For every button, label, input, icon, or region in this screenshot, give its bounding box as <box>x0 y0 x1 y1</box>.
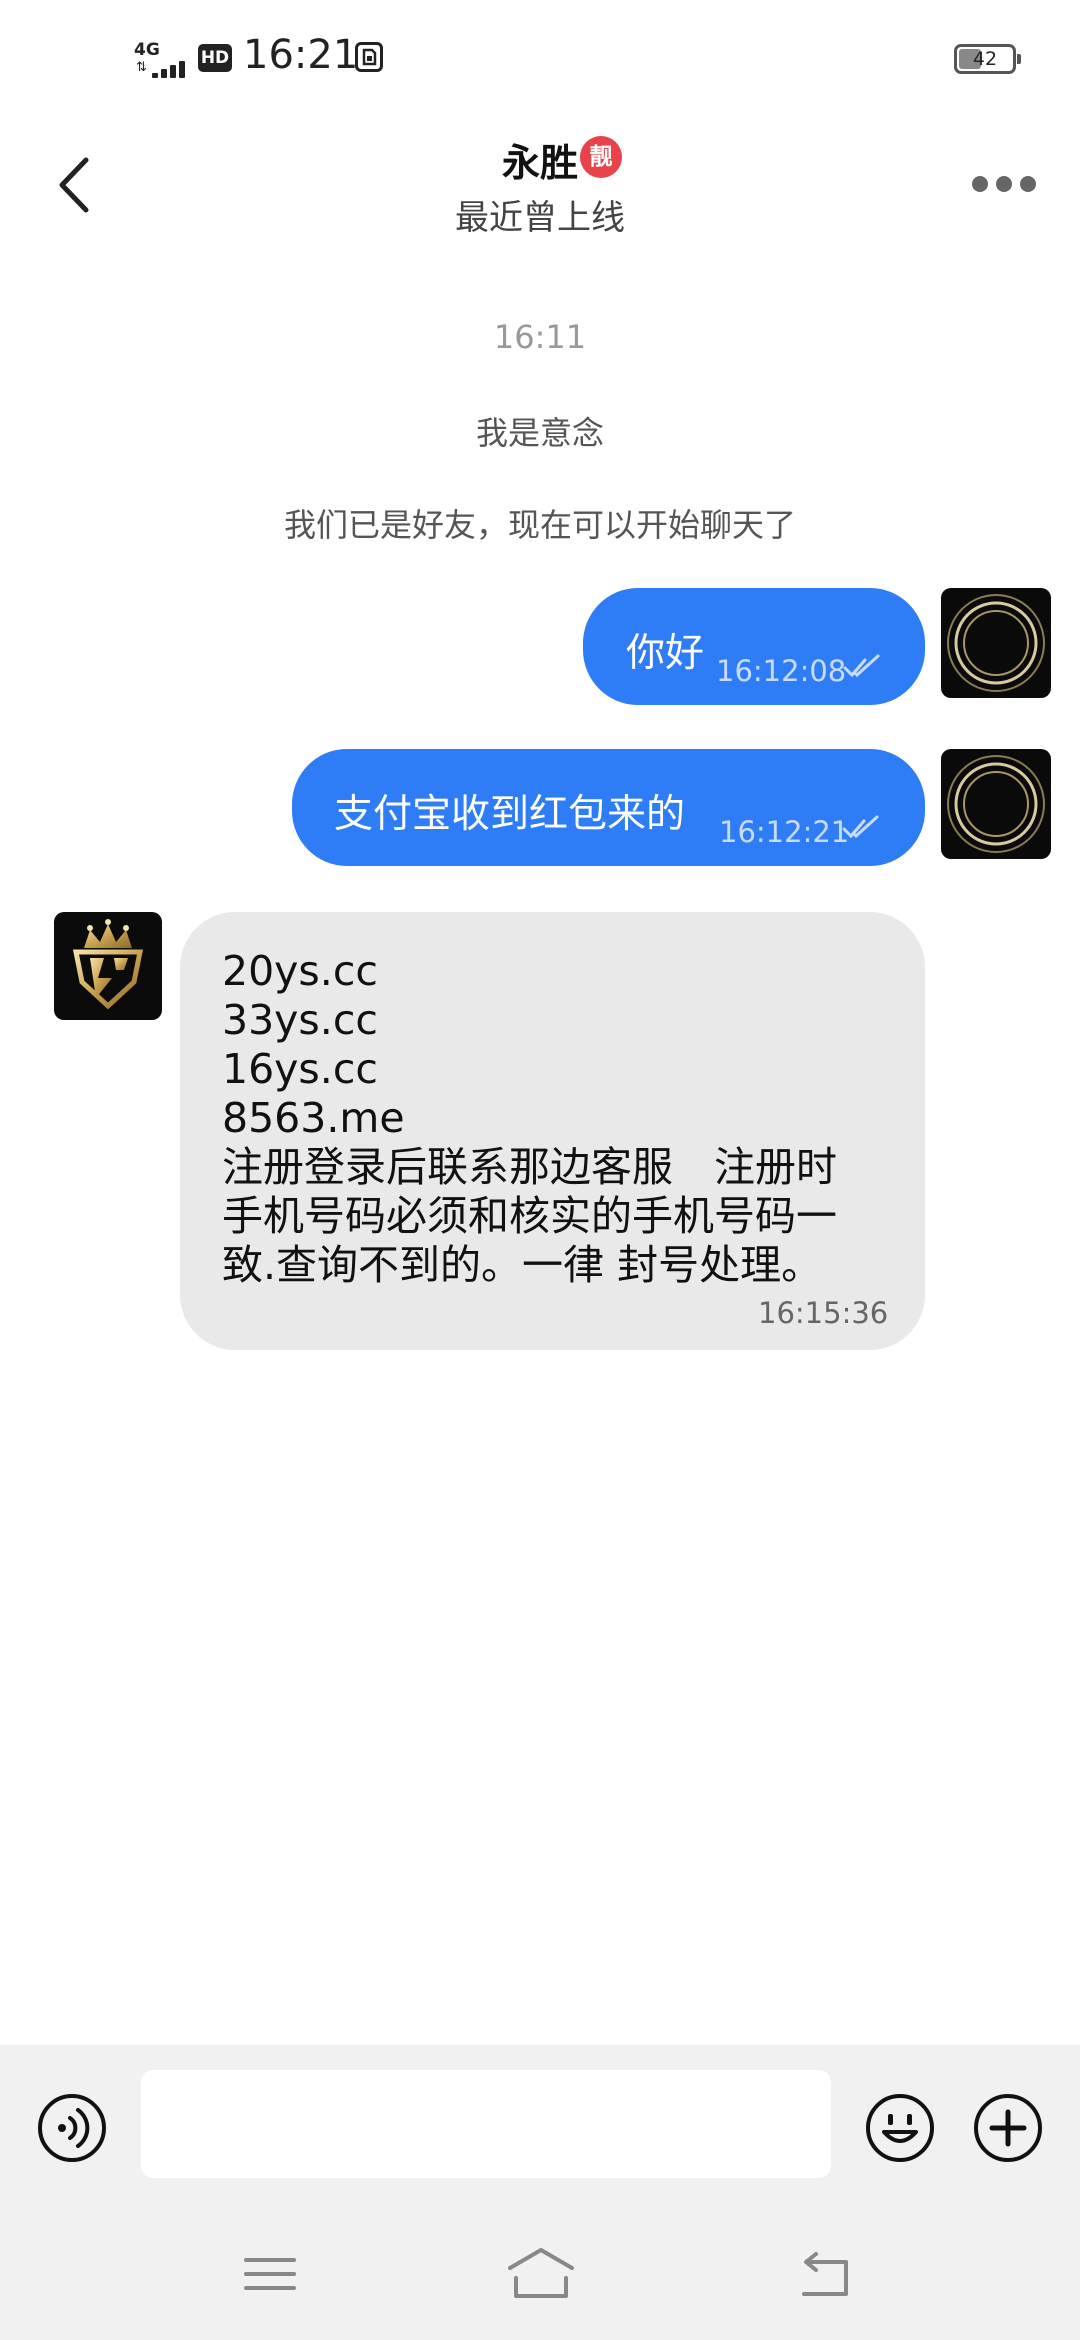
presence-status: 最近曾上线 <box>455 198 625 238</box>
system-message: 我们已是好友，现在可以开始聊天了 <box>283 506 796 544</box>
incoming-message[interactable]: 20ys.cc 33ys.cc 16ys.cc 8563.me 注册登录后联系那… <box>180 912 925 1350</box>
message-time: 16:12:21 <box>719 815 850 849</box>
voice-icon <box>38 2094 106 2162</box>
message-input[interactable] <box>141 2070 831 2178</box>
attach-button[interactable] <box>972 2092 1044 2164</box>
emoji-icon <box>866 2094 934 2162</box>
battery-level: 42 <box>972 48 998 70</box>
message-line: 手机号码必须和核实的手机号码一 <box>222 1192 837 1240</box>
my-avatar[interactable] <box>941 588 1051 698</box>
signal-icon: 4G ⇅ <box>134 40 190 78</box>
hd-icon: HD <box>198 44 232 72</box>
home-button[interactable] <box>506 2246 576 2302</box>
message-text: 20ys.cc 33ys.cc 16ys.cc 8563.me 注册登录后联系那… <box>222 947 837 1290</box>
battery-icon: 42 <box>954 44 1021 74</box>
message-line: 20ys.cc <box>222 947 378 995</box>
message-line: 注册登录后联系那边客服 注册时 <box>222 1143 837 1191</box>
message-text: 你好 <box>626 631 705 676</box>
system-message: 我是意念 <box>475 414 604 452</box>
nav-back-button[interactable] <box>796 2248 852 2300</box>
vip-badge: 靓 <box>580 136 622 178</box>
emoji-button[interactable] <box>864 2092 936 2164</box>
my-avatar[interactable] <box>941 749 1051 859</box>
contact-name[interactable]: 永胜 <box>0 132 1080 187</box>
recent-apps-button[interactable] <box>244 2252 296 2296</box>
message-line: 33ys.cc <box>222 996 378 1044</box>
sim-icon <box>355 42 383 72</box>
home-icon <box>508 2248 574 2298</box>
status-bar: 4G ⇅ HD 16:21 42 <box>0 0 1080 120</box>
status-time: 16:21 <box>243 32 359 78</box>
chat-timestamp: 16:11 <box>493 318 587 356</box>
back-nav-icon <box>802 2252 848 2296</box>
outgoing-message[interactable]: 支付宝收到红包来的 16:12:21 <box>292 749 925 866</box>
message-line: 16ys.cc <box>222 1045 378 1093</box>
outgoing-message[interactable]: 你好 16:12:08 <box>583 588 925 705</box>
contact-avatar[interactable] <box>54 912 162 1020</box>
message-text: 支付宝收到红包来的 <box>334 792 686 837</box>
plus-icon <box>974 2094 1042 2162</box>
message-time: 16:12:08 <box>716 654 847 688</box>
more-button[interactable] <box>968 170 1040 198</box>
read-receipt-icon <box>843 654 880 678</box>
crown-logo-icon <box>72 919 144 1010</box>
message-line: 8563.me <box>222 1094 405 1142</box>
network-type: 4G <box>134 40 160 60</box>
voice-button[interactable] <box>36 2092 108 2164</box>
message-line: 致.查询不到的。一律 封号处理。 <box>222 1241 823 1289</box>
read-receipt-icon <box>842 815 879 839</box>
message-time: 16:15:36 <box>758 1296 889 1330</box>
menu-icon <box>244 2258 296 2290</box>
